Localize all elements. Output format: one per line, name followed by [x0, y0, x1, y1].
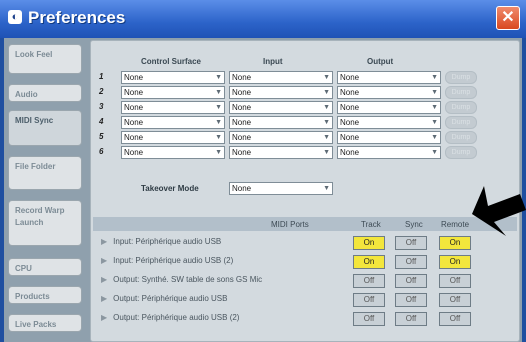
preferences-window: ◐ Preferences ✕ Look Feel Audio MIDI Syn…	[0, 0, 526, 342]
pointer-arrow-icon	[472, 186, 526, 236]
